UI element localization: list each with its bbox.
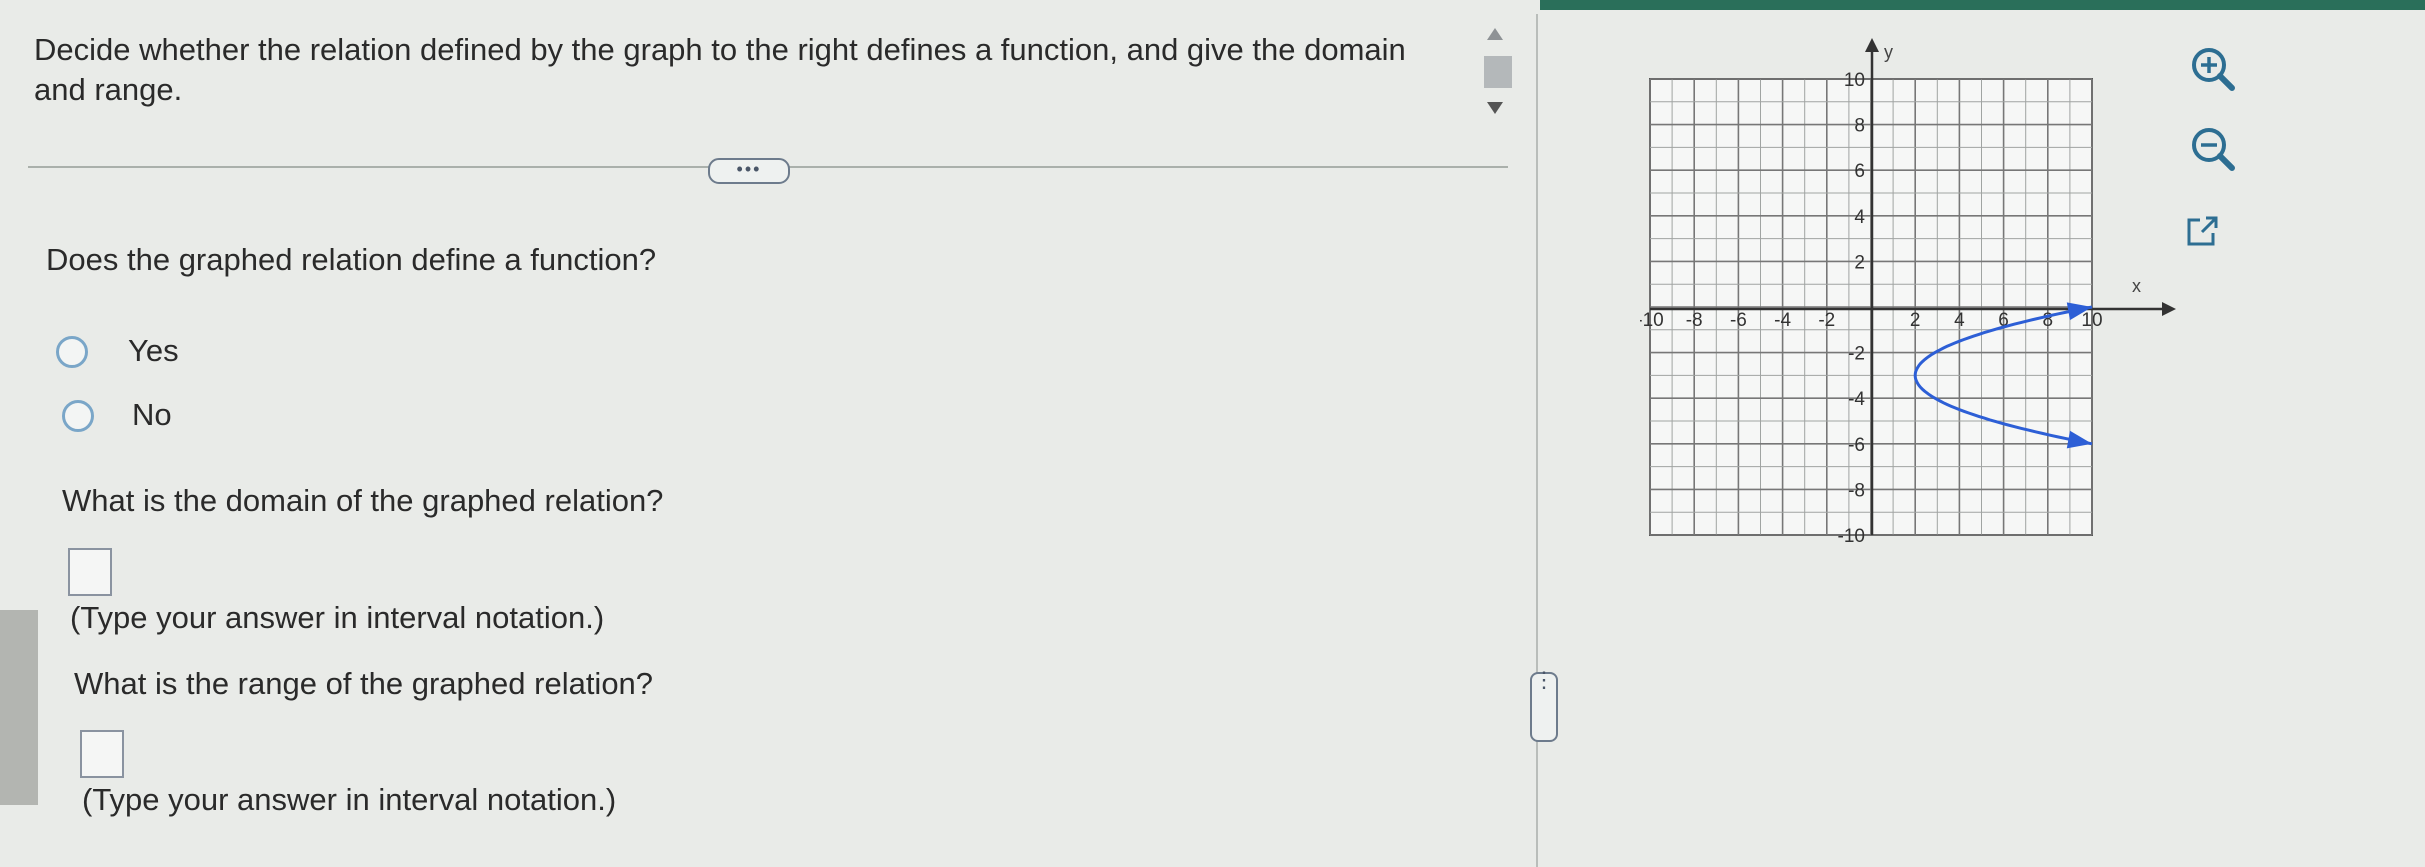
y-tick-label: 2	[1854, 252, 1865, 273]
y-tick-label: -10	[1838, 526, 1865, 547]
x-tick-label: 10	[2081, 310, 2102, 331]
x-axis-label: x	[2132, 276, 2141, 296]
x-tick-label: -4	[1774, 310, 1791, 331]
y-tick-label: -8	[1848, 480, 1865, 501]
y-tick-label: -4	[1848, 389, 1865, 410]
domain-question: What is the domain of the graphed relati…	[62, 483, 664, 518]
scrollbar-thumb[interactable]	[1484, 56, 1512, 88]
x-tick-label: 2	[1910, 310, 1921, 331]
y-tick-label: 10	[1844, 70, 1865, 91]
external-link-icon[interactable]	[2180, 210, 2224, 254]
option-no-label[interactable]: No	[132, 395, 172, 435]
option-yes-label[interactable]: Yes	[128, 331, 179, 371]
y-tick-label: 8	[1854, 116, 1865, 137]
panel-resize-handle[interactable]: ⋮	[1530, 669, 1558, 742]
x-tick-label: -8	[1686, 310, 1703, 331]
y-tick-label: 6	[1854, 161, 1865, 182]
coordinate-graph: x y -10-8-6-4-2246810 108642-2-4-6-8-10	[1640, 38, 2176, 547]
top-accent-bar	[1540, 0, 2425, 10]
range-answer-input[interactable]	[80, 730, 124, 778]
y-tick-label: -6	[1848, 435, 1865, 456]
function-question: Does the graphed relation define a funct…	[46, 242, 657, 277]
question-panel: Decide whether the relation defined by t…	[0, 0, 1520, 867]
x-tick-label: 4	[1954, 310, 1965, 331]
x-tick-label: -10	[1640, 310, 1664, 331]
x-tick-label: -2	[1818, 310, 1835, 331]
zoom-in-icon[interactable]	[2188, 44, 2238, 94]
y-axis-arrow	[1865, 38, 1879, 52]
domain-hint: (Type your answer in interval notation.)	[70, 600, 605, 635]
radio-yes[interactable]	[56, 336, 88, 368]
show-more-button[interactable]: •••	[708, 158, 790, 184]
x-tick-label: 8	[2043, 310, 2054, 331]
range-hint: (Type your answer in interval notation.)	[82, 782, 617, 817]
x-tick-label: -6	[1730, 310, 1747, 331]
zoom-out-icon[interactable]	[2188, 124, 2238, 174]
scroll-down-icon[interactable]	[1487, 102, 1503, 114]
range-question: What is the range of the graphed relatio…	[74, 666, 654, 701]
radio-no[interactable]	[62, 400, 94, 432]
domain-answer-input[interactable]	[68, 548, 112, 596]
question-prompt: Decide whether the relation defined by t…	[34, 32, 1406, 107]
y-tick-label: 4	[1854, 207, 1865, 228]
scroll-up-icon[interactable]	[1487, 28, 1503, 40]
y-axis-label: y	[1884, 42, 1893, 62]
side-strip	[0, 610, 38, 805]
y-tick-label: -2	[1848, 344, 1865, 365]
x-axis-arrow	[2162, 302, 2176, 316]
